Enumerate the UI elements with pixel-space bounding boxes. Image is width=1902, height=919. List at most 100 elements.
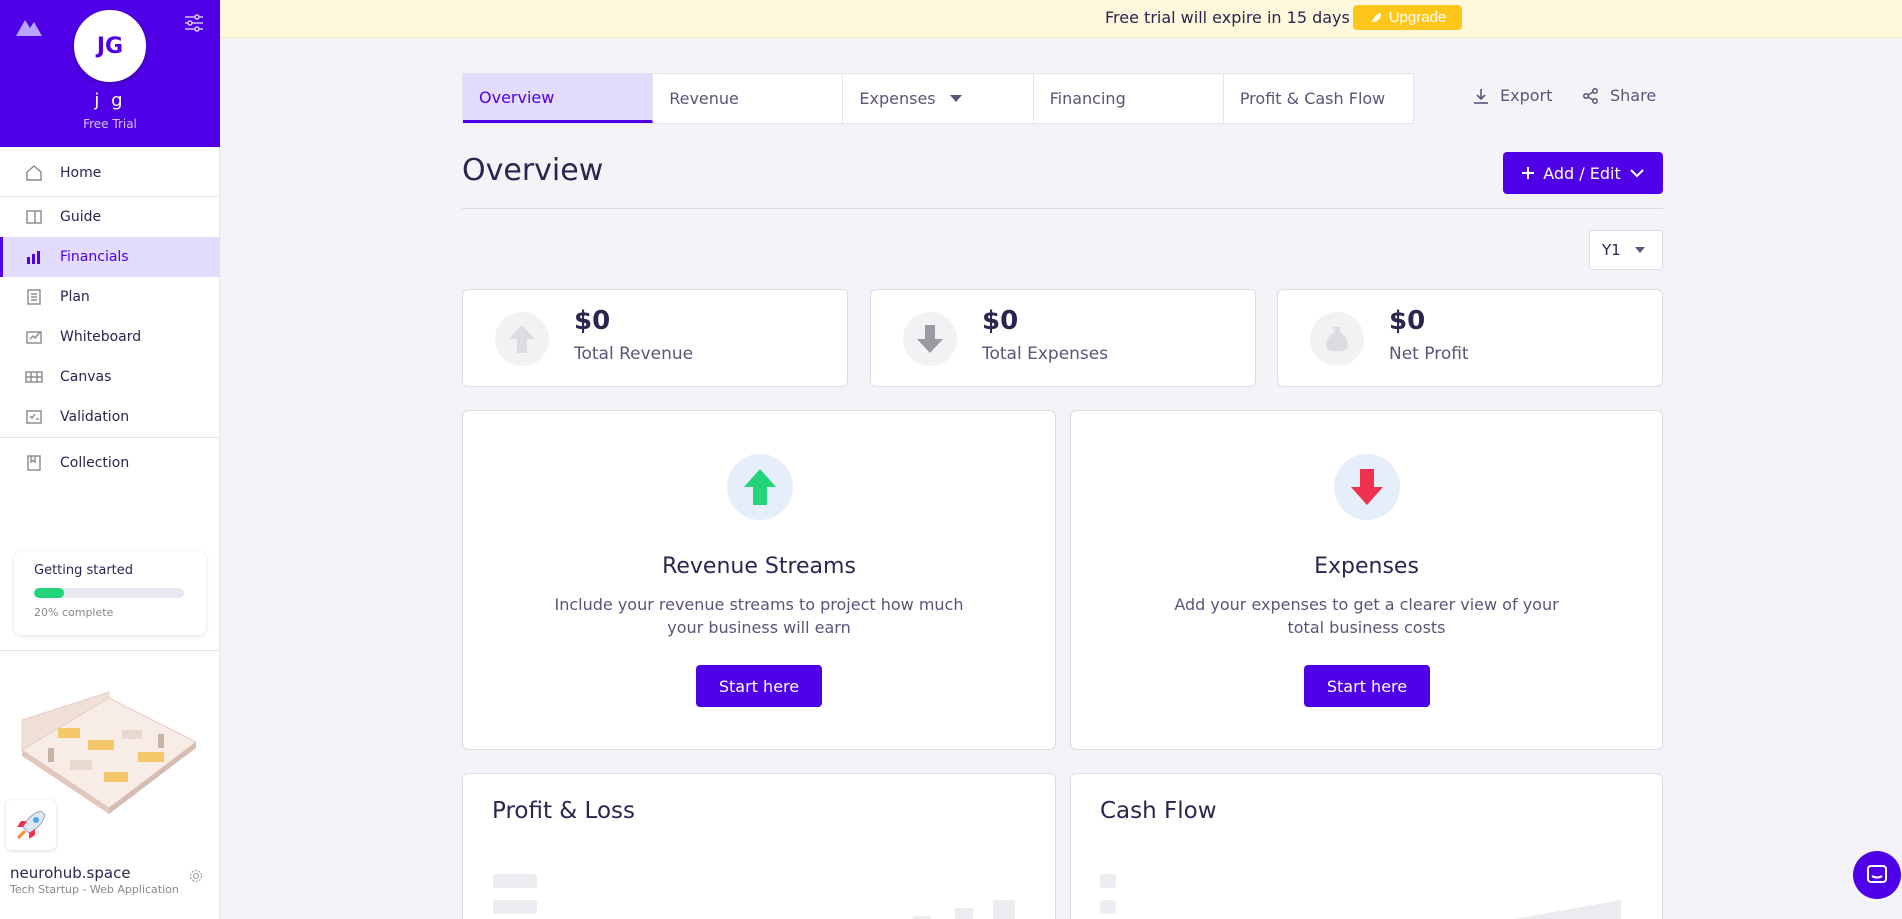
home-icon [24,163,44,183]
year-select[interactable]: Y1 [1589,230,1663,270]
project-name: neurohub.space [10,864,131,882]
arrow-up-icon [727,454,793,520]
sidebar-item-label: Canvas [60,369,112,385]
getting-started-card[interactable]: Getting started 20% complete [14,551,206,635]
tab-financing[interactable]: Financing [1034,74,1224,123]
gear-icon[interactable] [188,868,204,884]
chevron-down-icon [949,95,962,102]
export-button[interactable]: Export [1472,86,1552,105]
tab-expenses[interactable]: Expenses [843,74,1034,123]
sidebar-item-label: Plan [60,289,90,305]
sidebar-item-guide[interactable]: Guide [0,197,220,237]
financials-tabs: Overview Revenue Expenses Financing Prof… [462,73,1414,124]
sidebar-item-label: Collection [60,455,130,471]
tab-overview[interactable]: Overview [463,74,654,123]
profit-loss-card: Profit & Loss [462,773,1056,919]
tab-label: Overview [479,87,555,107]
card-title: Expenses [1314,554,1419,579]
export-label: Export [1500,86,1553,105]
chat-icon [1867,865,1887,883]
sidebar-item-plan[interactable]: Plan [0,277,220,317]
card-title: Profit & Loss [492,798,635,824]
mountain-logo-icon[interactable] [14,12,44,40]
sidebar-item-financials[interactable]: Financials [0,237,220,277]
user-name: j g [94,90,126,111]
avatar[interactable]: JG [74,10,146,82]
stat-label: Total Revenue [574,344,694,364]
stat-value: $0 [1389,306,1426,336]
placeholder-bar [955,908,973,919]
placeholder-bar [493,900,537,914]
sidebar-item-label: Home [60,165,102,181]
expenses-card: Expenses Add your expenses to get a clea… [1070,410,1663,750]
sliders-icon[interactable] [183,12,205,34]
tab-label: Revenue [669,89,739,108]
expenses-start-button[interactable]: Start here [1304,665,1430,707]
placeholder-bar [993,900,1015,919]
cash-flow-card: Cash Flow [1070,773,1663,919]
card-description: Add your expenses to get a clearer view … [1174,595,1559,637]
getting-started-title: Getting started [34,563,134,578]
sidebar-header: JG j g Free Trial [0,0,220,147]
tab-label: Profit & Cash Flow [1239,89,1386,108]
page-title: Overview [462,153,604,188]
placeholder-area [1513,900,1621,919]
revenue-start-button[interactable]: Start here [696,665,822,707]
stat-card-net-profit: $0 Net Profit [1277,289,1663,387]
tab-profit-cash-flow[interactable]: Profit & Cash Flow [1224,74,1413,123]
sidebar-item-whiteboard[interactable]: Whiteboard [0,317,220,357]
tab-label: Financing [1049,89,1126,108]
sidebar-item-home[interactable]: Home [0,153,220,193]
download-icon [1474,88,1488,104]
year-select-value: Y1 [1602,241,1621,259]
rocket-icon [1370,12,1381,23]
card-title: Revenue Streams [662,554,856,579]
sidebar-item-label: Whiteboard [60,329,142,345]
arrow-down-icon [1334,454,1400,520]
add-edit-button[interactable]: Add / Edit [1503,152,1663,194]
divider [462,208,1663,209]
chevron-down-icon [1634,247,1645,253]
stat-card-total-expenses: $0 Total Expenses [870,289,1256,387]
add-edit-label: Add / Edit [1543,163,1621,183]
arrow-down-icon [903,312,957,366]
revenue-streams-card: Revenue Streams Include your revenue str… [462,410,1056,750]
project-subtitle: Tech Startup - Web Application [10,883,179,896]
validation-icon [24,407,44,427]
share-label: Share [1610,86,1657,105]
project-logo[interactable] [6,800,56,850]
sidebar-item-validation[interactable]: Validation [0,397,220,437]
divider [0,437,220,438]
bar-chart-icon [24,247,44,267]
chevron-down-icon [1630,169,1644,178]
stat-value: $0 [574,306,611,336]
tab-label: Expenses [859,89,936,108]
placeholder-bar [1100,900,1116,914]
sidebar: JG j g Free Trial Home Guide Financials … [0,0,220,919]
upgrade-label: Upgrade [1388,9,1447,26]
sidebar-item-canvas[interactable]: Canvas [0,357,220,397]
sidebar-item-collection[interactable]: Collection [0,443,220,483]
money-bag-icon [1310,312,1364,366]
getting-started-percent: 20% complete [34,606,114,619]
sidebar-item-label: Guide [60,209,102,225]
whiteboard-icon [24,327,44,347]
collection-icon [24,453,44,473]
office-illustration [21,691,197,814]
sidebar-item-label: Financials [60,249,129,265]
share-icon [1583,87,1598,104]
placeholder-bar [1100,874,1116,888]
avatar-initials: JG [96,33,124,59]
plus-icon [1522,167,1535,179]
card-description: Include your revenue streams to project … [554,595,964,637]
upgrade-button[interactable]: Upgrade [1353,5,1462,30]
chat-launcher-button[interactable] [1853,851,1901,899]
tab-revenue[interactable]: Revenue [653,74,844,123]
card-title: Cash Flow [1100,798,1217,824]
arrow-up-icon [495,312,549,366]
trial-banner-text: Free trial will expire in 15 days [1105,8,1350,27]
progress-fill [34,588,64,598]
share-button[interactable]: Share [1582,86,1656,105]
user-plan: Free Trial [83,117,137,131]
plan-icon [24,287,44,307]
